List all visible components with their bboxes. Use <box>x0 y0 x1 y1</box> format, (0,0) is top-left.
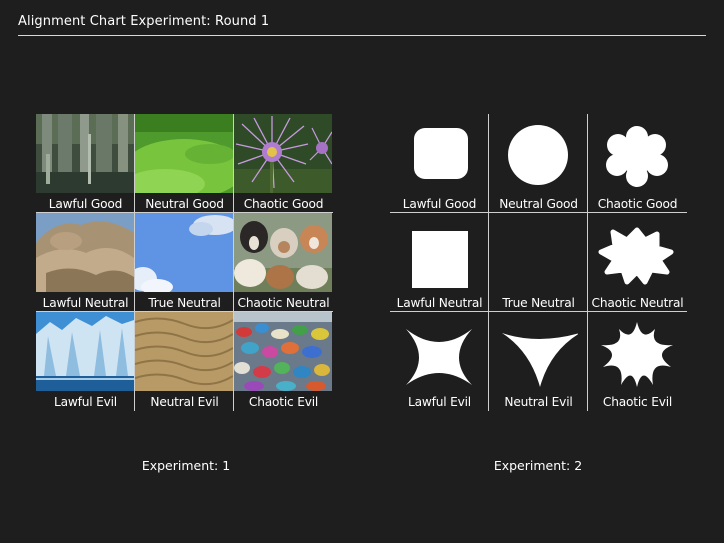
exp1-label-chaotic-neutral: Chaotic Neutral <box>237 296 330 310</box>
grid-divider <box>233 114 234 411</box>
green-grass-image <box>135 114 233 193</box>
exp1-label-true-neutral: True Neutral <box>148 296 221 310</box>
flower-blob-shape <box>606 126 668 187</box>
experiment-2-grid: Lawful Good Neutral Good Chaotic Good La… <box>390 114 687 411</box>
rounded-square-shape <box>414 128 468 179</box>
exp2-cell-chaotic-neutral: Chaotic Neutral <box>588 213 687 312</box>
exp1-label-lawful-evil: Lawful Evil <box>54 395 117 409</box>
cattle-herd-image <box>234 213 332 292</box>
grid-divider <box>134 114 135 411</box>
exp2-cell-lawful-good: Lawful Good <box>390 114 489 213</box>
page-title: Alignment Chart Experiment: Round 1 <box>18 14 270 29</box>
sand-dunes-image <box>135 312 233 391</box>
experiment-1-caption: Experiment: 1 <box>141 458 231 473</box>
exp1-label-lawful-neutral: Lawful Neutral <box>42 296 129 310</box>
exp1-cell-lawful-neutral: Lawful Neutral <box>36 213 135 312</box>
exp2-cell-true-neutral: True Neutral <box>489 213 588 312</box>
exp1-label-neutral-evil: Neutral Evil <box>150 395 219 409</box>
glacier-ice-image <box>36 312 134 391</box>
cypress-swamp-trees-image <box>36 114 134 193</box>
rocky-boulders-image <box>36 213 134 292</box>
grid-divider <box>587 114 588 411</box>
exp2-label-true-neutral: True Neutral <box>502 296 575 310</box>
exp1-cell-lawful-evil: Lawful Evil <box>36 312 135 411</box>
exp2-cell-lawful-neutral: Lawful Neutral <box>390 213 489 312</box>
circle-shape <box>508 125 568 185</box>
exp1-label-neutral-good: Neutral Good <box>145 197 224 211</box>
grid-divider <box>36 212 333 213</box>
experiment-1-grid: Lawful Good Neutral Good Chaotic Good La… <box>36 114 333 411</box>
plastic-waste-pile-image <box>234 312 332 391</box>
concave-star-8-shape <box>601 322 673 387</box>
blue-sky-clouds-image <box>135 213 233 292</box>
exp2-label-neutral-good: Neutral Good <box>499 197 578 211</box>
exp2-label-chaotic-good: Chaotic Good <box>597 197 678 211</box>
exp1-cell-chaotic-evil: Chaotic Evil <box>234 312 333 411</box>
purple-thistle-flower-image <box>234 114 332 193</box>
concave-star-4-shape <box>406 329 472 385</box>
exp2-label-chaotic-neutral: Chaotic Neutral <box>591 296 684 310</box>
exp2-cell-lawful-evil: Lawful Evil <box>390 312 489 411</box>
exp1-label-chaotic-evil: Chaotic Evil <box>248 395 319 409</box>
exp1-cell-true-neutral: True Neutral <box>135 213 234 312</box>
exp2-label-lawful-evil: Lawful Evil <box>408 395 471 409</box>
exp2-cell-chaotic-good: Chaotic Good <box>588 114 687 213</box>
experiment-2-caption: Experiment: 2 <box>493 458 583 473</box>
title-divider <box>18 35 706 36</box>
exp1-cell-neutral-evil: Neutral Evil <box>135 312 234 411</box>
square-shape <box>412 231 468 288</box>
exp2-label-lawful-neutral: Lawful Neutral <box>396 296 483 310</box>
exp2-cell-neutral-evil: Neutral Evil <box>489 312 588 411</box>
exp1-label-lawful-good: Lawful Good <box>48 197 123 211</box>
exp2-cell-chaotic-evil: Chaotic Evil <box>588 312 687 411</box>
grid-divider <box>390 212 687 213</box>
exp2-label-neutral-evil: Neutral Evil <box>504 395 573 409</box>
exp1-cell-chaotic-good: Chaotic Good <box>234 114 333 213</box>
grid-divider <box>36 311 333 312</box>
concave-triangle-shape <box>502 333 578 387</box>
exp1-cell-lawful-good: Lawful Good <box>36 114 135 213</box>
grid-divider <box>488 114 489 411</box>
exp1-cell-neutral-good: Neutral Good <box>135 114 234 213</box>
exp2-cell-neutral-good: Neutral Good <box>489 114 588 213</box>
exp2-label-chaotic-evil: Chaotic Evil <box>602 395 673 409</box>
exp1-label-chaotic-good: Chaotic Good <box>243 197 324 211</box>
grid-divider <box>390 311 687 312</box>
exp2-label-lawful-good: Lawful Good <box>402 197 477 211</box>
splat-blob-shape <box>598 227 674 285</box>
exp1-cell-chaotic-neutral: Chaotic Neutral <box>234 213 333 312</box>
